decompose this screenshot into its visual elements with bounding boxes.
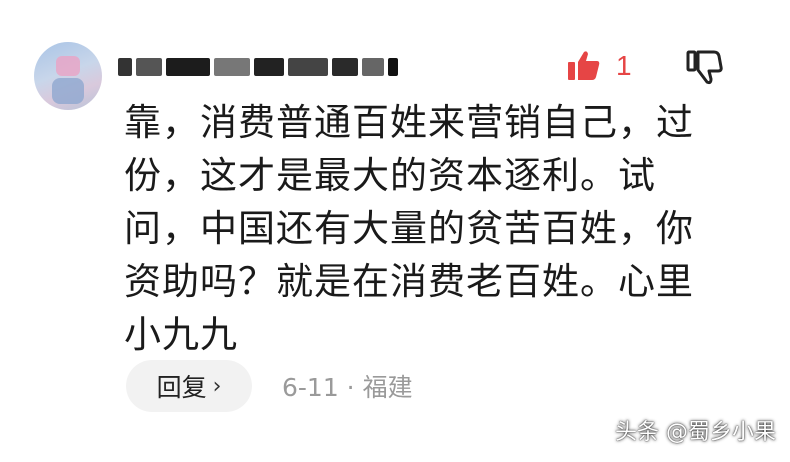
redaction-block	[118, 58, 132, 76]
username-redacted[interactable]	[118, 54, 398, 80]
avatar-blur	[56, 56, 80, 76]
comment-line: 问，中国还有大量的贫苦百姓，你	[124, 207, 694, 250]
redaction-block	[332, 58, 358, 76]
avatar-blur	[52, 78, 84, 104]
redaction-block	[166, 58, 210, 76]
comment-card: 1 靠，消费普通百姓来营销自己，过 份，这才是最大的资本逐利。试 问，中国还有大…	[0, 0, 790, 462]
redaction-block	[362, 58, 384, 76]
thumbs-up-filled-icon	[568, 51, 600, 80]
comment-text: 靠，消费普通百姓来营销自己，过 份，这才是最大的资本逐利。试 问，中国还有大量的…	[124, 96, 724, 361]
like-count: 1	[616, 50, 632, 81]
redaction-block	[254, 58, 284, 76]
redaction-block	[388, 58, 398, 76]
comment-line: 资助吗？就是在消费老百姓。心里	[124, 260, 694, 303]
comment-line: 份，这才是最大的资本逐利。试	[124, 154, 656, 197]
avatar[interactable]	[34, 42, 102, 110]
like-button[interactable]: 1	[566, 48, 632, 84]
comment-meta: 6-11 · 福建	[282, 373, 413, 402]
comment-line: 靠，消费普通百姓来营销自己，过	[124, 101, 694, 144]
reply-button[interactable]: 回复 ›	[126, 360, 252, 412]
comment-line: 小九九	[124, 313, 238, 356]
redaction-block	[136, 58, 162, 76]
redaction-block	[214, 58, 250, 76]
redaction-block	[288, 58, 328, 76]
reply-label: 回复	[156, 373, 207, 402]
thumbs-down-outline-icon[interactable]	[684, 46, 726, 88]
watermark: 头条 @蜀乡小果	[615, 420, 776, 445]
chevron-right-icon: ›	[212, 373, 222, 399]
